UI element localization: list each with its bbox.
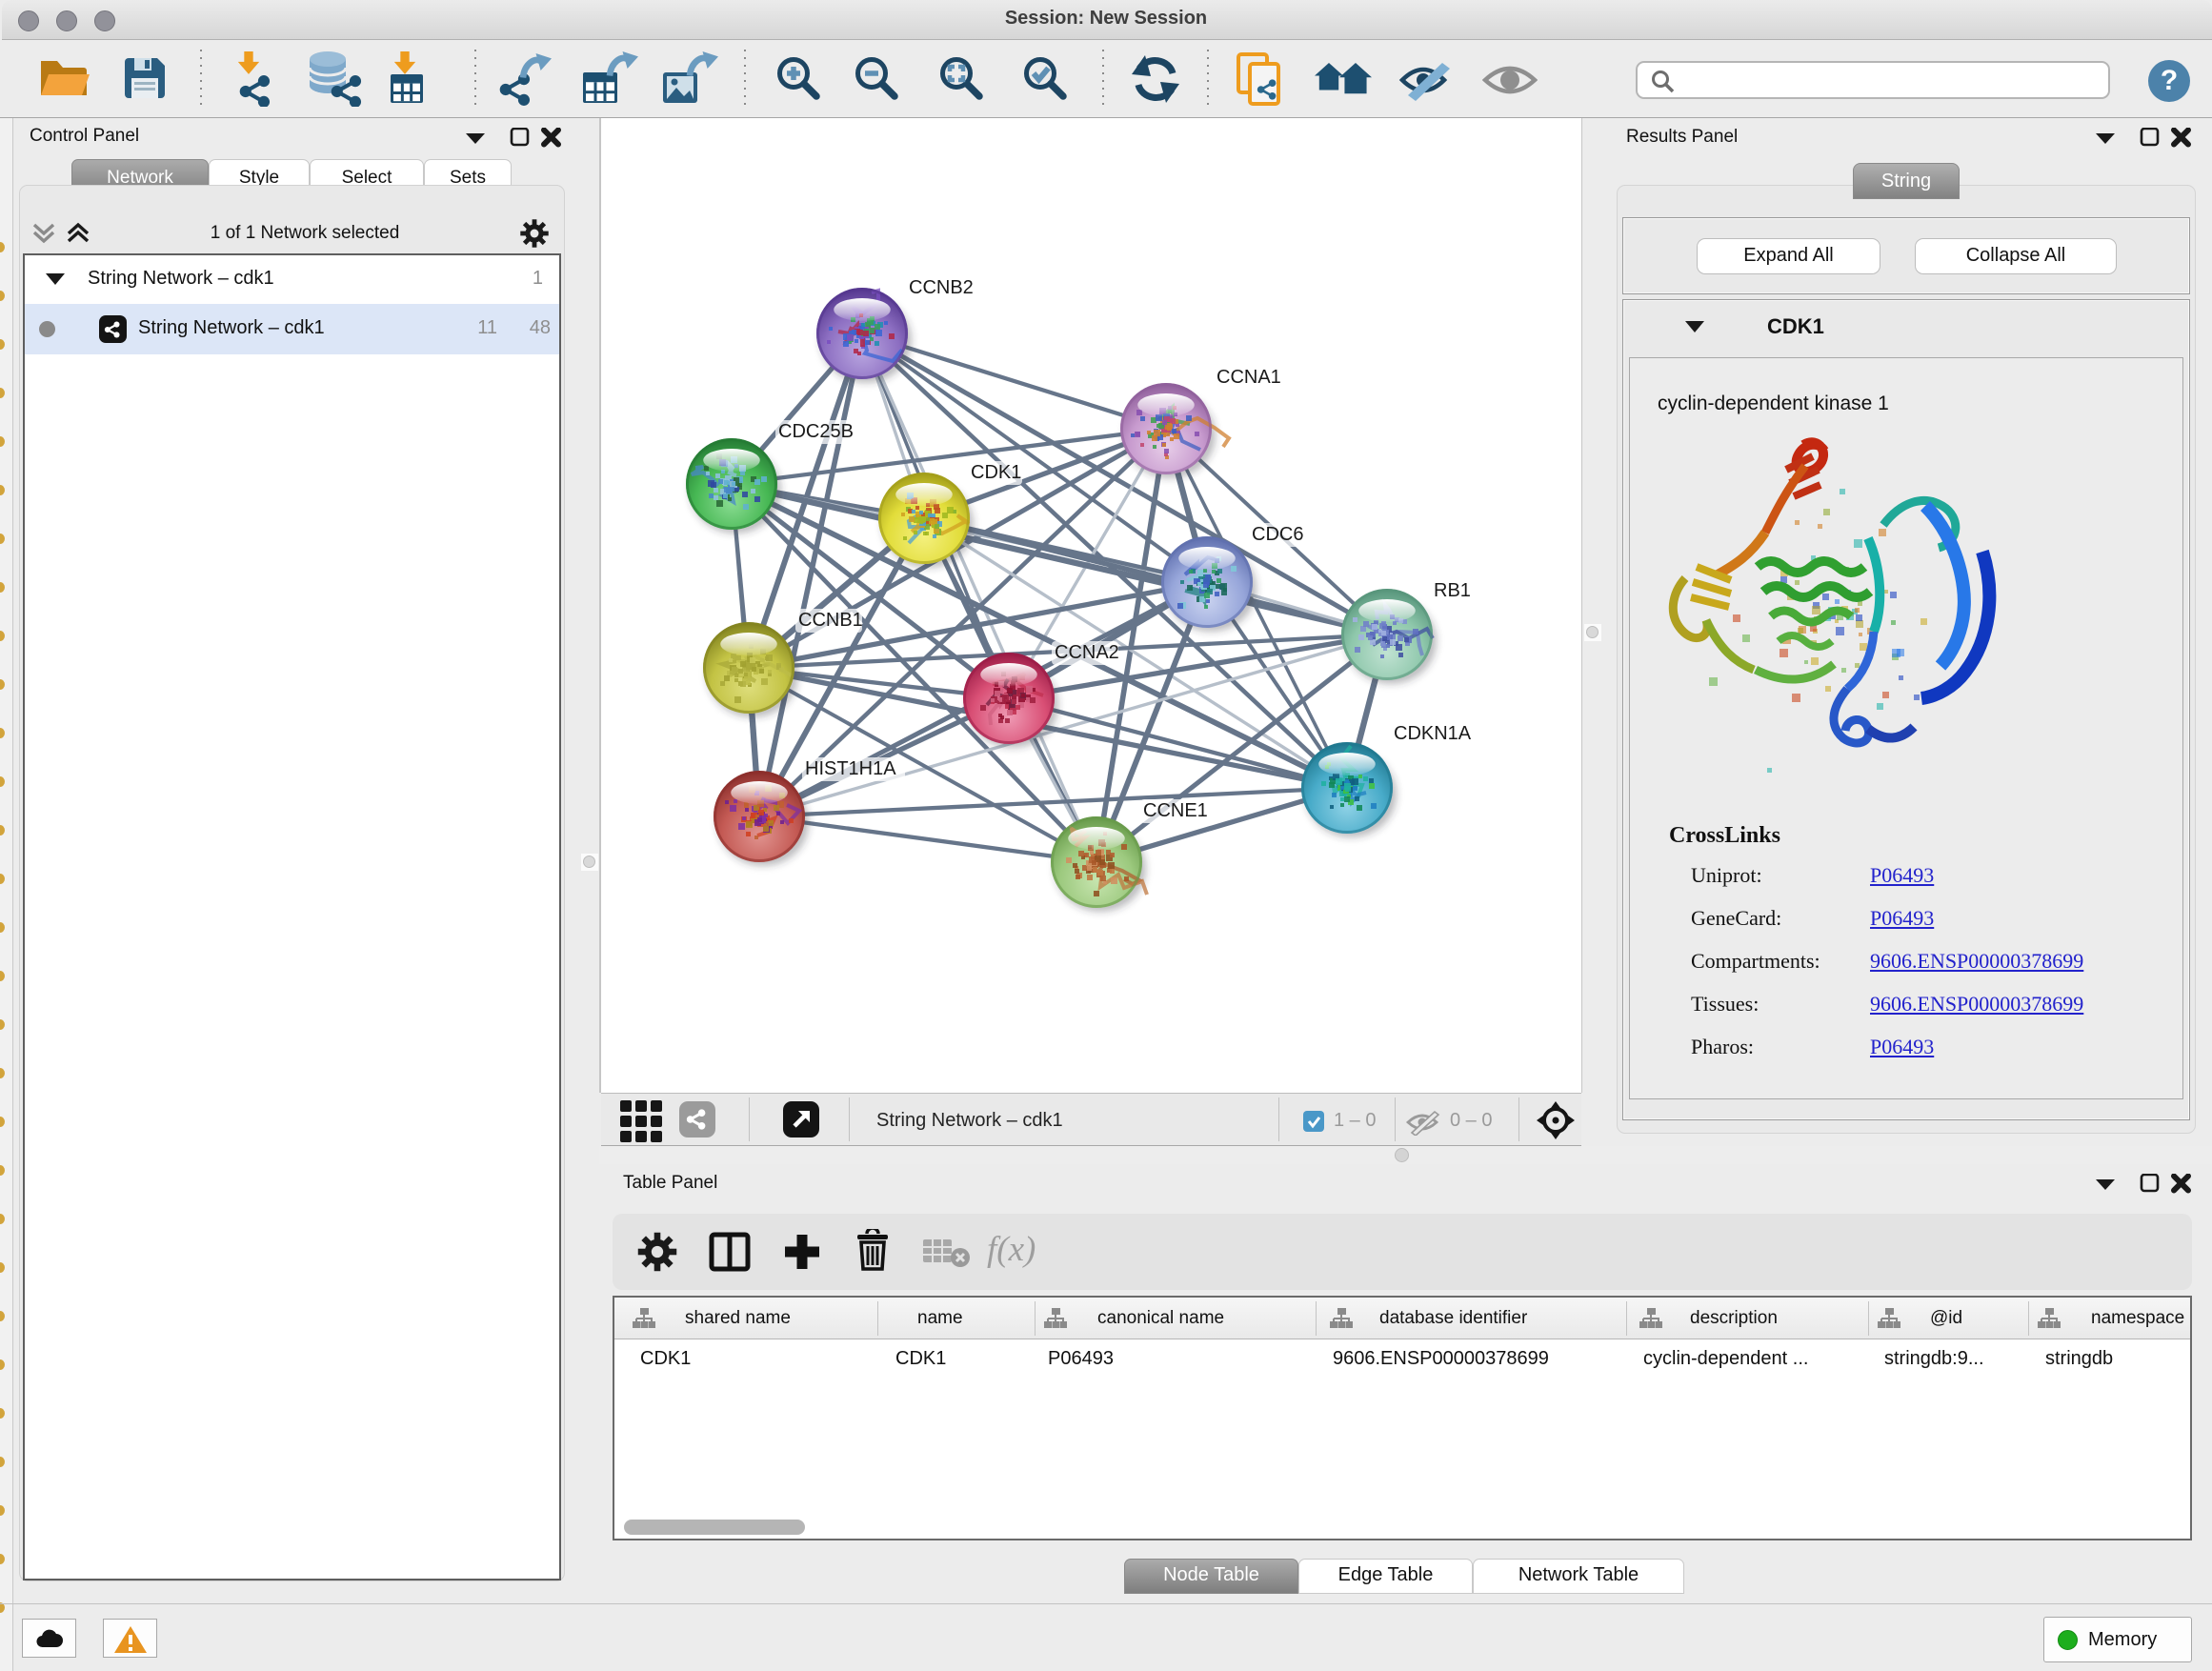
svg-text:HIST1H1A: HIST1H1A xyxy=(805,758,896,779)
svg-text:CCNB1: CCNB1 xyxy=(798,610,863,631)
svg-text:CCNE1: CCNE1 xyxy=(1143,800,1208,821)
svg-text:CCNB2: CCNB2 xyxy=(909,277,974,298)
svg-text:CCNA1: CCNA1 xyxy=(1217,367,1281,388)
svg-text:CDC25B: CDC25B xyxy=(778,421,854,442)
svg-text:CDK1: CDK1 xyxy=(971,462,1021,483)
svg-text:CCNA2: CCNA2 xyxy=(1055,642,1119,663)
svg-text:CDKN1A: CDKN1A xyxy=(1394,723,1472,744)
svg-text:RB1: RB1 xyxy=(1434,580,1471,601)
svg-text:CDC6: CDC6 xyxy=(1252,524,1303,545)
